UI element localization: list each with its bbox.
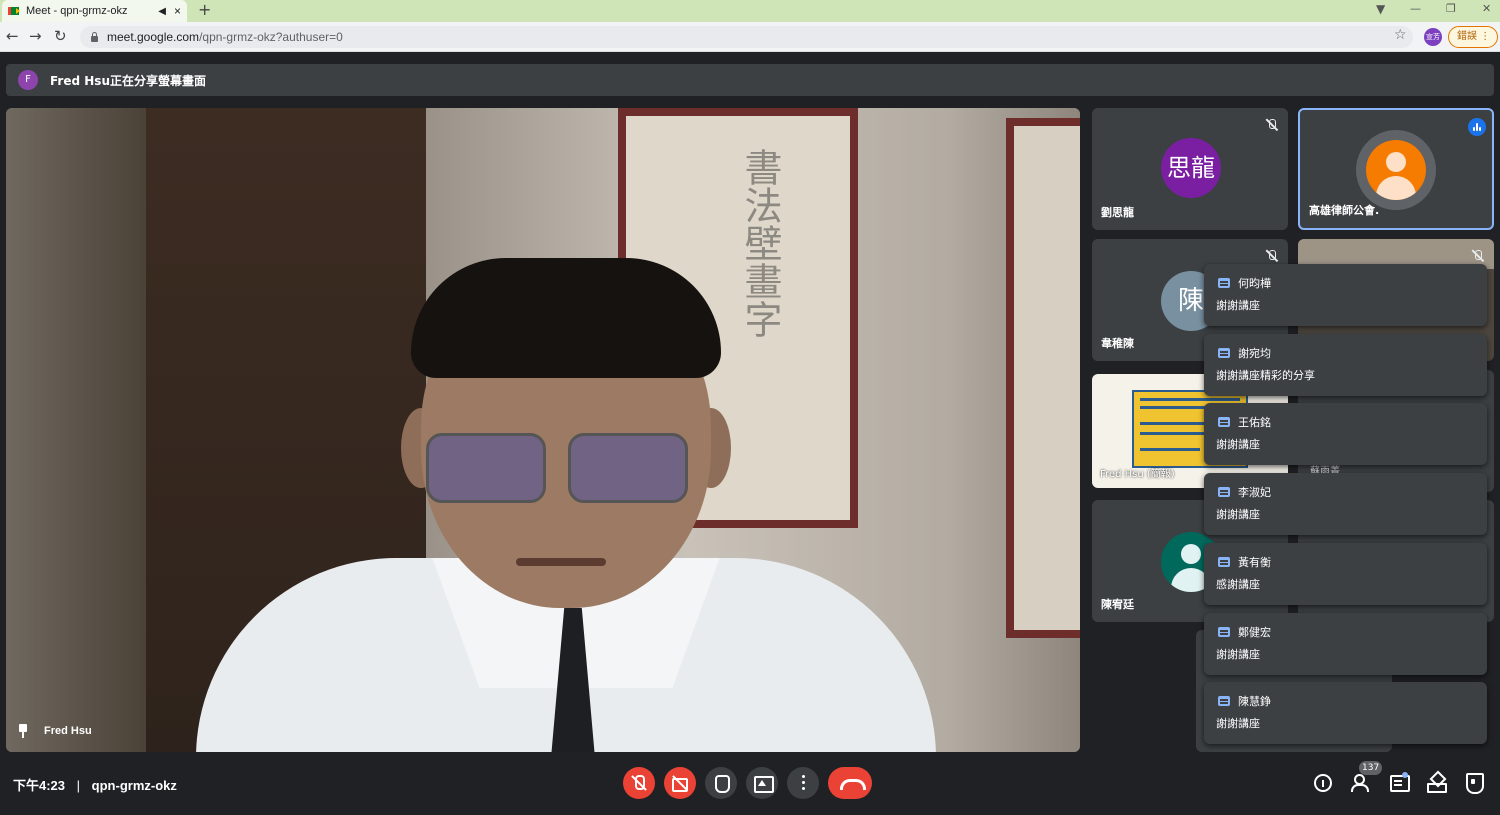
unread-chat-dot (1402, 772, 1408, 778)
chat-message: 謝謝講座 (1216, 648, 1260, 661)
mic-off-icon (1265, 118, 1279, 132)
chat-message-icon (1218, 557, 1230, 567)
tab-title: Meet - qpn-grmz-okz (26, 5, 128, 17)
forward-icon[interactable]: → (29, 27, 42, 45)
chat-notification[interactable]: 鄭健宏 謝謝講座 (1204, 613, 1487, 675)
chat-message: 感謝講座 (1216, 578, 1260, 591)
meeting-info-button[interactable] (1312, 772, 1334, 794)
participant-name: Fred Hsu (44, 725, 92, 737)
participant-tile-speaking[interactable]: 高雄律師公會. (1298, 108, 1494, 230)
participant-count-badge: 137 (1359, 761, 1383, 775)
chat-message: 謝謝講座 (1216, 508, 1260, 521)
presentation-label: Fred Hsu (簡報) (1100, 469, 1175, 480)
chat-message: 謝謝講座 (1216, 717, 1260, 730)
lock-icon[interactable] (90, 32, 99, 42)
meeting-code: qpn-grmz-okz (91, 778, 177, 793)
chat-message: 謝謝講座精彩的分享 (1216, 369, 1315, 382)
chat-notification[interactable]: 何昀樺 謝謝講座 (1204, 264, 1487, 326)
speaker-icon[interactable]: ◀ (158, 6, 166, 17)
people-button[interactable] (1350, 772, 1372, 794)
main-video-name: Fred Hsu (18, 724, 92, 738)
chat-sender: 黃有衡 (1238, 556, 1271, 569)
current-time: 下午4:23 (13, 778, 66, 793)
more-options-button[interactable] (787, 767, 819, 799)
chat-message-icon (1218, 696, 1230, 706)
participant-name: 韋稚陳 (1101, 337, 1134, 350)
chat-message-icon (1218, 417, 1230, 427)
chat-message-icon (1218, 627, 1230, 637)
error-chip[interactable]: 錯誤 ⋮ (1448, 26, 1498, 48)
chat-notification[interactable]: 陳慧錚 謝謝講座 (1204, 682, 1487, 744)
present-now-button[interactable] (746, 767, 778, 799)
chat-message-icon (1218, 487, 1230, 497)
mic-off-icon (1471, 249, 1485, 263)
presenting-banner: F Fred Hsu正在分享螢幕畫面 (6, 64, 1494, 96)
url-host: meet.google.com (107, 30, 200, 44)
error-label: 錯誤 (1457, 31, 1477, 42)
participant-name: 劉思龍 (1101, 206, 1134, 219)
chat-sender: 謝宛均 (1238, 347, 1271, 360)
main-video-tile[interactable]: 書法壁畫字 Fred Hsu (6, 108, 1080, 752)
avatar (1356, 130, 1436, 210)
camera-off-button[interactable] (664, 767, 696, 799)
speaker-person (196, 258, 936, 752)
chat-sender: 李淑妃 (1238, 486, 1271, 499)
chat-sender: 王佑銘 (1238, 416, 1271, 429)
chat-sender: 鄭健宏 (1238, 626, 1271, 639)
speaking-indicator-icon (1468, 118, 1486, 136)
host-controls-button[interactable] (1463, 772, 1485, 794)
url-path: /qpn-grmz-okz?authuser=0 (199, 30, 343, 44)
mic-off-button[interactable] (623, 767, 655, 799)
browser-tab-bar: Meet - qpn-grmz-okz ◀ × + ▼ — ❐ ✕ (0, 0, 1500, 22)
minimize-icon[interactable]: — (1410, 0, 1421, 22)
participant-tile[interactable]: 思龍 劉思龍 (1092, 108, 1288, 230)
chat-message: 謝謝講座 (1216, 438, 1260, 451)
chat-sender: 何昀樺 (1238, 277, 1271, 290)
new-tab-button[interactable]: + (198, 0, 211, 22)
reload-icon[interactable]: ↻ (54, 27, 67, 45)
tab-search-icon[interactable]: ▼ (1376, 0, 1385, 22)
presenting-text: Fred Hsu正在分享螢幕畫面 (50, 73, 206, 88)
pin-icon[interactable] (18, 724, 28, 738)
chat-sender: 陳慧錚 (1238, 695, 1271, 708)
activities-button[interactable] (1426, 772, 1448, 794)
window-close-icon[interactable]: ✕ (1482, 0, 1491, 22)
google-meet-icon (8, 6, 20, 16)
separator: | (76, 778, 81, 793)
person-icon (1366, 140, 1426, 200)
participant-name: 陳宥廷 (1101, 598, 1134, 611)
restore-icon[interactable]: ❐ (1446, 0, 1456, 22)
back-icon[interactable]: ← (6, 27, 19, 45)
mic-off-icon (1265, 249, 1279, 263)
avatar: 思龍 (1161, 138, 1221, 198)
chat-notification[interactable]: 黃有衡 感謝講座 (1204, 543, 1487, 605)
chat-notification[interactable]: 王佑銘 謝謝講座 (1204, 403, 1487, 465)
browser-tab[interactable]: Meet - qpn-grmz-okz ◀ × (2, 0, 187, 22)
profile-avatar[interactable]: 宣芳 (1424, 28, 1442, 46)
chat-message-icon (1218, 278, 1230, 288)
meeting-details: 下午4:23 | qpn-grmz-okz (13, 775, 177, 794)
chat-message: 謝謝講座 (1216, 299, 1260, 312)
picture-frame (1006, 118, 1080, 638)
browser-toolbar: ← → ↻ meet.google.com/qpn-grmz-okz?authu… (0, 22, 1500, 52)
tab-close-icon[interactable]: × (174, 4, 181, 18)
chat-notification[interactable]: 李淑妃 謝謝講座 (1204, 473, 1487, 535)
raise-hand-button[interactable] (705, 767, 737, 799)
chat-message-icon (1218, 348, 1230, 358)
url-bar[interactable]: meet.google.com/qpn-grmz-okz?authuser=0 (80, 26, 1413, 48)
presenter-avatar: F (18, 70, 38, 90)
chat-notification[interactable]: 謝宛均 謝謝講座精彩的分享 (1204, 334, 1487, 396)
bookmark-star-icon[interactable]: ☆ (1394, 27, 1407, 43)
participant-name: 高雄律師公會. (1309, 204, 1380, 217)
leave-call-button[interactable] (828, 767, 872, 799)
